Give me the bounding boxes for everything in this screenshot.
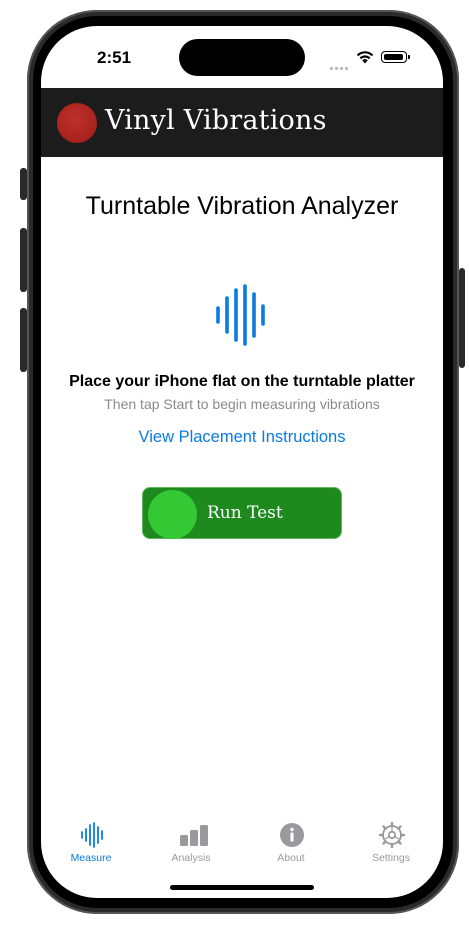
battery-icon — [381, 51, 407, 63]
run-test-button[interactable]: Run Test — [142, 487, 342, 539]
tab-analysis[interactable]: Analysis — [141, 816, 241, 868]
status-time: 2:51 — [97, 48, 132, 67]
tab-measure[interactable]: Measure — [41, 816, 141, 868]
cellular-signal-icon — [330, 57, 350, 70]
volume-up-button — [20, 228, 27, 292]
placement-instructions-link[interactable]: View Placement Instructions — [41, 428, 443, 447]
tab-label: Settings — [372, 852, 410, 864]
waveform-icon — [216, 284, 265, 346]
info-icon — [280, 823, 304, 847]
tab-label: Analysis — [171, 852, 211, 864]
power-button — [459, 268, 465, 368]
bar-chart-icon — [180, 825, 208, 846]
tab-bar: Measure Analysis About Settings — [41, 816, 443, 876]
tab-about[interactable]: About — [241, 816, 341, 868]
action-button — [20, 168, 27, 200]
status-bar: 2:51 — [41, 26, 443, 88]
screen: 2:51 Vinyl Vibrations Turntable Vibratio… — [41, 26, 443, 898]
vinyl-logo-icon — [57, 103, 97, 143]
instruction-heading: Place your iPhone flat on the turntable … — [69, 373, 415, 390]
dynamic-island — [179, 39, 305, 76]
tab-label: Measure — [70, 852, 112, 864]
waveform-icon — [81, 822, 103, 848]
app-header: Vinyl Vibrations — [41, 88, 443, 157]
gear-icon — [379, 822, 405, 848]
run-test-knob[interactable] — [148, 490, 197, 539]
battery-tip — [408, 55, 410, 59]
tab-settings[interactable]: Settings — [341, 816, 441, 868]
run-test-label: Run Test — [207, 503, 283, 523]
page-title: Turntable Vibration Analyzer — [85, 192, 399, 220]
instruction-subtext: Then tap Start to begin measuring vibrat… — [104, 396, 380, 412]
tab-label: About — [277, 852, 305, 864]
home-indicator[interactable] — [170, 885, 314, 890]
volume-down-button — [20, 308, 27, 372]
wifi-icon — [356, 51, 374, 64]
app-title: Vinyl Vibrations — [105, 105, 327, 136]
